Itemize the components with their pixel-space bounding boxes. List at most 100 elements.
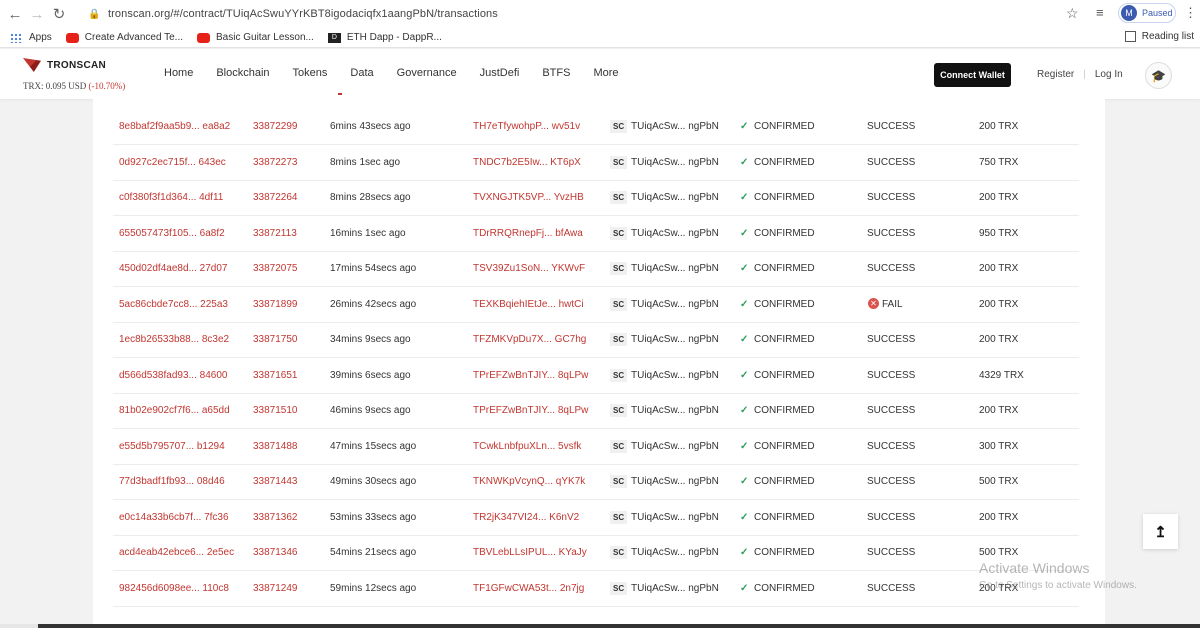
reading-list-button[interactable]: Reading list [1124, 31, 1194, 42]
block-link[interactable]: 33871443 [253, 476, 298, 487]
block-link[interactable]: 33872273 [253, 157, 298, 168]
bookmark-label: Basic Guitar Lesson... [216, 32, 314, 43]
confirm-status: CONFIRMED [754, 582, 815, 594]
table-row[interactable]: 982456d6098ee... 110c8 33871249 59mins 12s… [113, 571, 1079, 607]
tx-hash-link[interactable]: 81b02e902cf7f6... a65dd [119, 405, 230, 416]
bookmark-star-icon[interactable]: ☆ [1066, 5, 1079, 22]
result-status: SUCCESS [867, 547, 916, 558]
to-address: TUiqAcSw... ngPbN [631, 405, 719, 416]
to-address: TUiqAcSw... ngPbN [631, 263, 719, 274]
horizontal-scrollbar[interactable] [0, 624, 1200, 628]
amount: 200 TRX [979, 192, 1019, 203]
nav-governance[interactable]: Governance [397, 67, 457, 79]
nav-tokens[interactable]: Tokens [293, 67, 328, 79]
tx-hash-link[interactable]: 8e8baf2f9aa5b9... ea8a2 [119, 121, 230, 132]
tx-hash-link[interactable]: 450d02df4ae8d... 27d07 [119, 263, 227, 274]
from-address-link[interactable]: TPrEFZwBnTJIY... 8qLPw [473, 370, 588, 381]
table-row[interactable]: 450d02df4ae8d... 27d07 33872075 17mins 54s… [113, 251, 1079, 287]
nav-home[interactable]: Home [164, 67, 193, 79]
block-link[interactable]: 33871750 [253, 334, 298, 345]
to-address: TUiqAcSw... ngPbN [631, 511, 719, 523]
from-address-link[interactable]: TNDC7b2E5Iw... KT6pX [473, 157, 581, 168]
from-address-link[interactable]: TKNWKpVcynQ... qYK7k [473, 476, 585, 487]
bookmark-item[interactable]: Create Advanced Te... [65, 32, 183, 43]
scrollbar-thumb[interactable] [38, 624, 1200, 628]
login-link[interactable]: Log In [1095, 69, 1123, 80]
from-address-link[interactable]: TPrEFZwBnTJIY... 8qLPw [473, 405, 588, 416]
table-row[interactable]: d566d538fad93... 84600 33871651 39mins 6se… [113, 358, 1079, 394]
result-status: FAIL [882, 298, 903, 310]
nav-blockchain[interactable]: Blockchain [216, 67, 269, 79]
table-row[interactable]: 0d927c2ec715f... 643ec 33872273 8mins 1sec… [113, 145, 1079, 181]
tx-age: 46mins 9secs ago [330, 405, 411, 416]
tronscan-logo[interactable]: TRONSCAN [23, 58, 106, 72]
connect-wallet-button[interactable]: Connect Wallet [934, 63, 1011, 87]
tx-hash-link[interactable]: d566d538fad93... 84600 [119, 370, 227, 381]
more-menu-icon[interactable]: ⋮ [1184, 5, 1197, 21]
table-row[interactable]: 77d3badf1fb93... 08d46 33871443 49mins 30s… [113, 464, 1079, 500]
from-address-link[interactable]: TEXKBqiehIEtJe... hwtCi [473, 299, 584, 310]
from-address-link[interactable]: TH7eTfywohpP... wv51v [473, 121, 580, 132]
from-address-link[interactable]: TF1GFwCWA53t... 2n7jg [473, 583, 584, 594]
block-link[interactable]: 33871488 [253, 441, 298, 452]
tx-hash-link[interactable]: 0d927c2ec715f... 643ec [119, 157, 226, 168]
table-row[interactable]: 1ec8b26533b88... 8c3e2 33871750 34mins 9se… [113, 322, 1079, 358]
tx-hash-link[interactable]: acd4eab42ebce6... 2e5ec [119, 547, 234, 558]
check-icon: ✓ [740, 298, 749, 310]
block-link[interactable]: 33871899 [253, 299, 298, 310]
block-link[interactable]: 33871510 [253, 405, 298, 416]
from-address-link[interactable]: TSV39Zu1SoN... YKWvF [473, 263, 585, 274]
profile-button[interactable]: M Paused [1118, 3, 1176, 23]
block-link[interactable]: 33871362 [253, 512, 298, 523]
tx-hash-link[interactable]: 982456d6098ee... 110c8 [119, 583, 229, 594]
block-link[interactable]: 33872299 [253, 121, 298, 132]
table-row[interactable]: 8e8baf2f9aa5b9... ea8a2 33872299 6mins 43s… [113, 109, 1079, 145]
reload-icon[interactable]: ↻ [48, 3, 70, 25]
from-address-link[interactable]: TVXNGJTK5VP... YvzHB [473, 192, 584, 203]
from-address-link[interactable]: TFZMKVpDu7X... GC7hg [473, 334, 586, 345]
bookmark-apps[interactable]: Apps [10, 32, 52, 43]
tx-hash-link[interactable]: c0f380f3f1d364... 4df11 [119, 192, 223, 203]
from-address-link[interactable]: TR2jK347VI24... K6nV2 [473, 512, 579, 523]
from-address-link[interactable]: TBVLebLLsIPUL... KYaJy [473, 547, 587, 558]
block-link[interactable]: 33871249 [253, 583, 298, 594]
bookmark-item[interactable]: Basic Guitar Lesson... [197, 32, 314, 43]
table-row[interactable]: acd4eab42ebce6... 2e5ec 33871346 54mins 21… [113, 535, 1079, 571]
result-status: SUCCESS [867, 405, 916, 416]
tx-hash-link[interactable]: e0c14a33b6cb7f... 7fc36 [119, 512, 229, 523]
confirm-status: CONFIRMED [754, 547, 815, 558]
arrow-left-icon[interactable]: ← [4, 3, 26, 25]
table-row[interactable]: e55d5b795707... b1294 33871488 47mins 15se… [113, 429, 1079, 465]
nav-more[interactable]: More [593, 67, 618, 79]
nav-btfs[interactable]: BTFS [542, 67, 570, 79]
tx-hash-link[interactable]: 77d3badf1fb93... 08d46 [119, 476, 225, 487]
from-address-link[interactable]: TDrRRQRnepFj... bfAwa [473, 228, 583, 239]
block-link[interactable]: 33871346 [253, 547, 298, 558]
result-status: SUCCESS [867, 121, 916, 132]
table-row[interactable]: 81b02e902cf7f6... a65dd 33871510 46mins 9s… [113, 393, 1079, 429]
check-icon: ✓ [740, 405, 749, 416]
nav-justdefi[interactable]: JustDefi [480, 67, 520, 79]
table-row[interactable]: c0f380f3f1d364... 4df11 33872264 8mins 28s… [113, 180, 1079, 216]
nav-data[interactable]: Data [350, 67, 373, 79]
scroll-to-top-button[interactable]: ↥ [1143, 514, 1178, 549]
arrow-right-icon[interactable]: → [26, 3, 48, 25]
table-row[interactable]: 655057473f105... 6a8f2 33872113 16mins 1se… [113, 216, 1079, 252]
block-link[interactable]: 33872075 [253, 263, 298, 274]
bookmark-item[interactable]: D ETH Dapp - DappR... [327, 32, 442, 43]
table-row[interactable]: 5ac86cbde7cc8... 225a3 33871899 26mins 42s… [113, 287, 1079, 323]
register-link[interactable]: Register [1037, 69, 1074, 80]
block-link[interactable]: 33872113 [253, 228, 297, 239]
bookmark-label: Apps [29, 32, 52, 43]
playlist-icon[interactable]: ≡ [1096, 5, 1104, 20]
tx-hash-link[interactable]: 655057473f105... 6a8f2 [119, 228, 225, 239]
tx-hash-link[interactable]: e55d5b795707... b1294 [119, 441, 225, 452]
tx-hash-link[interactable]: 1ec8b26533b88... 8c3e2 [119, 334, 229, 345]
address-bar[interactable]: 🔒 tronscan.org/#/contract/TUiqAcSwuYYrKB… [82, 3, 1094, 25]
tx-hash-link[interactable]: 5ac86cbde7cc8... 225a3 [119, 299, 228, 310]
graduation-cap-icon[interactable]: 🎓 [1145, 62, 1172, 89]
table-row[interactable]: e0c14a33b6cb7f... 7fc36 33871362 53mins 33… [113, 500, 1079, 536]
block-link[interactable]: 33872264 [253, 192, 298, 203]
block-link[interactable]: 33871651 [253, 370, 298, 381]
from-address-link[interactable]: TCwkLnbfpuXLn... 5vsfk [473, 441, 581, 452]
